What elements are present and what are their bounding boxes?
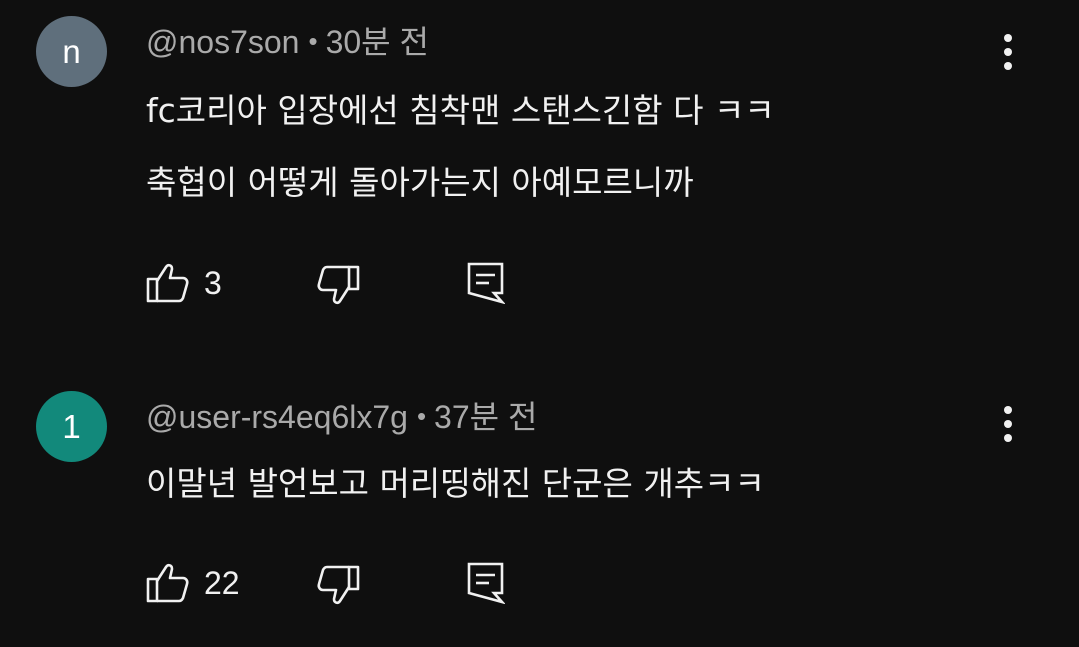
avatar-letter: n xyxy=(62,32,81,70)
avatar-letter: 1 xyxy=(62,407,81,445)
dislike-button[interactable] xyxy=(316,264,360,306)
comment-header: @nos7son • 30분 전 xyxy=(146,26,429,58)
more-options-button[interactable] xyxy=(996,32,1020,72)
reply-button[interactable] xyxy=(467,562,505,604)
comment-text-line: 축협이 어떻게 돌아가는지 아예모르니까 xyxy=(146,163,694,202)
thumbs-down-icon xyxy=(317,565,360,605)
more-vertical-icon xyxy=(1004,406,1012,414)
comment-header: @user-rs4eq6lx7g • 37분 전 xyxy=(146,401,537,433)
comment-text-line: 이말년 발언보고 머리띵해진 단군은 개추ㅋㅋ xyxy=(146,464,765,503)
thumbs-up-icon xyxy=(146,263,189,303)
comment-text-line: fc코리아 입장에선 침착맨 스탠스긴함 다 ㅋㅋ xyxy=(146,91,775,130)
like-button[interactable]: 22 xyxy=(146,562,240,604)
reply-comment-icon xyxy=(467,262,505,304)
thumbs-up-icon xyxy=(146,563,189,603)
like-button[interactable]: 3 xyxy=(146,262,222,304)
timestamp: 37분 전 xyxy=(434,399,538,435)
avatar[interactable]: n xyxy=(36,16,107,87)
like-count: 3 xyxy=(204,264,222,301)
more-options-button[interactable] xyxy=(996,404,1020,444)
reply-button[interactable] xyxy=(467,262,505,304)
separator-dot: • xyxy=(308,26,318,56)
more-vertical-icon xyxy=(1004,34,1012,42)
separator-dot: • xyxy=(416,401,427,431)
avatar[interactable]: 1 xyxy=(36,391,107,462)
thumbs-down-icon xyxy=(317,265,360,305)
like-count: 22 xyxy=(204,564,240,601)
author-name[interactable]: @nos7son xyxy=(146,24,299,60)
author-name[interactable]: @user-rs4eq6lx7g xyxy=(146,399,408,435)
timestamp: 30분 전 xyxy=(325,24,429,60)
dislike-button[interactable] xyxy=(316,564,360,606)
reply-comment-icon xyxy=(467,562,505,604)
